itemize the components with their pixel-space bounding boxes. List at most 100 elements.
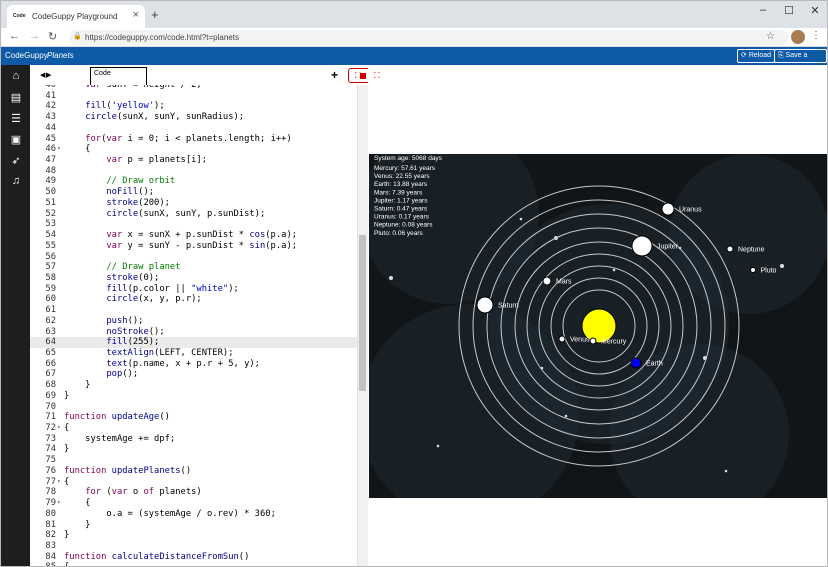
code-line[interactable]: 78 for (var o of planets) <box>30 487 357 498</box>
list-icon[interactable]: ☰ <box>8 112 24 126</box>
editor-scroll-thumb[interactable] <box>359 235 366 391</box>
line-number: 65 <box>45 348 56 358</box>
line-number: 84 <box>45 551 56 562</box>
maximize-icon[interactable]: ☐ <box>777 4 801 17</box>
line-number: 62 <box>45 315 56 326</box>
tab-code[interactable]: Code <box>90 67 147 85</box>
more-menu-icon[interactable]: ⋮ <box>811 30 821 41</box>
code-line[interactable]: 82} <box>30 530 357 541</box>
code-line[interactable]: 65 textAlign(LEFT, CENTER); <box>30 348 357 359</box>
code-line[interactable]: 49 // Draw orbit <box>30 176 357 187</box>
next-tab-icon[interactable]: ▶ <box>46 71 51 79</box>
code-text: circle(sunX, sunY, p.sunDist); <box>106 208 266 219</box>
code-line[interactable]: 74} <box>30 444 357 455</box>
code-line[interactable]: 55 var y = sunY - p.sunDist * sin(p.a); <box>30 241 357 252</box>
code-line[interactable]: 67 pop(); <box>30 369 357 380</box>
fold-icon[interactable]: ▾ <box>57 477 61 488</box>
prev-tab-icon[interactable]: ◀ <box>40 71 45 79</box>
refresh-icon[interactable]: ↻ <box>48 30 57 43</box>
code-line[interactable]: 46 ▾ { <box>30 144 357 155</box>
sketch-canvas[interactable]: Mercury Venus Earth Mars Jupiter Saturn Uranus… <box>369 154 827 498</box>
url-field[interactable]: 🔒 https://codeguppy.com/code.html?t=plan… <box>69 30 789 45</box>
code-line[interactable]: 58 stroke(0); <box>30 273 357 284</box>
line-number: 49 <box>45 176 56 187</box>
fullscreen-output-icon[interactable]: ⛶ <box>374 71 380 81</box>
line-number: 53 <box>45 219 56 230</box>
code-line[interactable]: 60 circle(x, y, p.r); <box>30 294 357 305</box>
code-line[interactable]: 66 text(p.name, x + p.r + 5, y); <box>30 359 357 370</box>
close-tab-icon[interactable]: × <box>133 9 139 21</box>
code-line[interactable]: 53 <box>30 219 357 230</box>
code-line[interactable]: 64 fill(255); <box>30 337 357 348</box>
avatar[interactable] <box>791 30 805 44</box>
star <box>780 264 784 268</box>
code-line[interactable]: 85 { <box>30 562 357 566</box>
code-line[interactable]: 42 fill('yellow'); <box>30 101 357 112</box>
code-line[interactable]: 45 for(var i = 0; i < planets.length; i+… <box>30 134 357 145</box>
image-icon[interactable]: ▣ <box>8 133 24 147</box>
brand-link[interactable]: CodeGuppy <box>5 51 48 60</box>
planet-age-text: Pluto: 0.06 years <box>374 230 424 237</box>
code-line[interactable]: 76 function updatePlanets() <box>30 466 357 477</box>
planet-age-text: Mercury: 57.61 years <box>374 165 436 172</box>
music-icon[interactable]: ♫ <box>8 175 24 189</box>
code-line[interactable]: 56 <box>30 252 357 263</box>
fullscreen-editor-icon[interactable]: ⛶ <box>355 71 361 81</box>
code-line[interactable]: 70 <box>30 402 357 413</box>
code-line[interactable]: 75 <box>30 455 357 466</box>
save-copy-button[interactable]: ⎘ Save a copy <box>774 49 827 71</box>
code-line[interactable]: 41 <box>30 91 357 102</box>
code-editor[interactable]: 40 var sunY = height / 2; 41 42 fill('yell… <box>30 85 357 566</box>
line-number: 82 <box>45 530 56 541</box>
fold-icon[interactable]: ▾ <box>57 144 61 155</box>
code-line[interactable]: 73 systemAge += dpf; <box>30 434 357 445</box>
browser-tab[interactable]: Code CodeGuppy Playground × <box>7 5 145 28</box>
fold-icon[interactable]: ▾ <box>57 498 61 509</box>
fold-icon[interactable]: ▾ <box>57 423 61 434</box>
reload-button[interactable]: ⟳ Reload <box>737 49 775 63</box>
code-line[interactable]: 81 } <box>30 520 357 531</box>
book-icon[interactable]: ▤ <box>8 91 24 105</box>
editor-toolbar: ◀ ▶ Code + ⛶ <box>30 65 378 85</box>
code-line[interactable]: 50 noFill(); <box>30 187 357 198</box>
code-line[interactable]: 57 // Draw planet <box>30 262 357 273</box>
code-text: // Draw planet <box>106 262 181 273</box>
code-line[interactable]: 52 circle(sunX, sunY, p.sunDist); <box>30 209 357 220</box>
code-line[interactable]: 43 circle(sunX, sunY, sunRadius); <box>30 112 357 123</box>
code-line[interactable]: 48 <box>30 166 357 177</box>
code-line[interactable]: 80 o.a = (systemAge / o.rev) * 360; <box>30 509 357 520</box>
code-line[interactable]: 44 <box>30 123 357 134</box>
code-line[interactable]: 47 var p = planets[i]; <box>30 155 357 166</box>
home-icon[interactable]: ⌂ <box>8 70 24 84</box>
bookmark-star-icon[interactable]: ☆ <box>766 31 775 42</box>
code-line[interactable]: 59 fill(p.color || "white"); <box>30 284 357 295</box>
code-line[interactable]: 79 ▾ { <box>30 498 357 509</box>
star <box>612 268 616 272</box>
rocket-icon[interactable]: ➶ <box>8 154 24 168</box>
code-line[interactable]: 54 var x = sunX + p.sunDist * cos(p.a); <box>30 230 357 241</box>
planet-neptune <box>726 245 734 253</box>
code-line[interactable]: 71 function updateAge() <box>30 412 357 423</box>
code-line[interactable]: 72 ▾{ <box>30 423 357 434</box>
line-number: 75 <box>45 455 56 466</box>
code-line[interactable]: 84 function calculateDistanceFromSun() <box>30 552 357 563</box>
new-tab-icon[interactable]: + <box>151 7 159 22</box>
code-line[interactable]: 63 noStroke(); <box>30 327 357 338</box>
code-line[interactable]: 83 <box>30 541 357 552</box>
add-file-button[interactable]: + <box>331 68 338 82</box>
code-line[interactable]: 69} <box>30 391 357 402</box>
code-line[interactable]: 51 stroke(200); <box>30 198 357 209</box>
code-line[interactable]: 62 push(); <box>30 316 357 327</box>
minimize-icon[interactable]: – <box>751 4 775 16</box>
line-number: 71 <box>45 412 56 423</box>
favicon: Code <box>13 13 26 19</box>
line-number: 48 <box>45 165 56 176</box>
forward-icon[interactable]: → <box>29 30 40 42</box>
back-icon[interactable]: ← <box>9 30 20 42</box>
code-line[interactable]: 68 } <box>30 380 357 391</box>
lock-icon: 🔒 <box>73 33 82 40</box>
code-line[interactable]: 77 ▾{ <box>30 477 357 488</box>
project-name[interactable]: Planets <box>47 51 74 60</box>
close-window-icon[interactable]: ✕ <box>803 4 827 17</box>
code-line[interactable]: 61 <box>30 305 357 316</box>
